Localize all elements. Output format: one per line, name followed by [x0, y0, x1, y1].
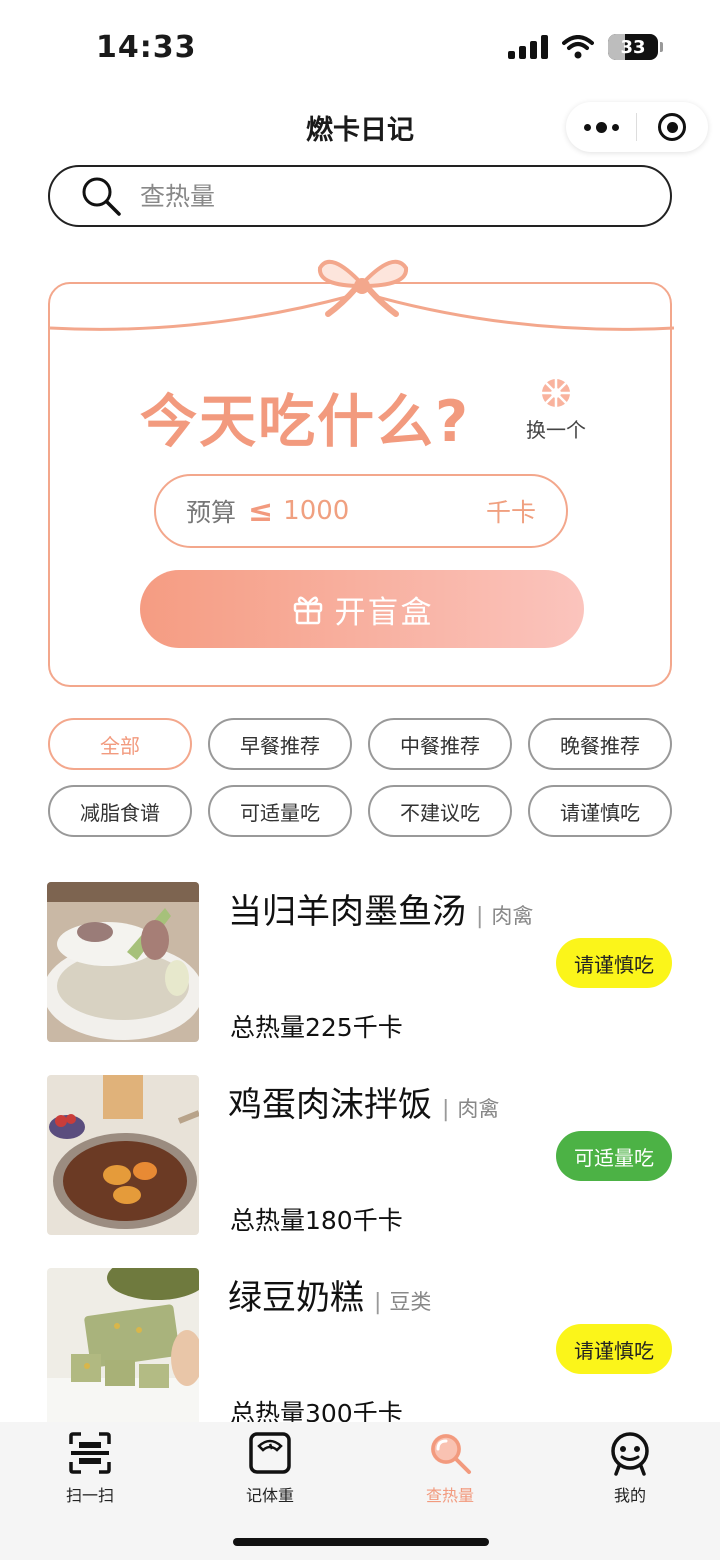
battery-level: 33 [620, 36, 646, 58]
food-image [47, 1075, 199, 1235]
blind-box-card: 今天吃什么? 换一个 预算 ≤ 1000 千卡 开盲盒 [48, 259, 674, 687]
more-icon[interactable] [566, 102, 636, 152]
food-calories: 总热量180千卡 [230, 1206, 403, 1235]
gift-icon [293, 596, 322, 625]
search-icon [431, 1434, 471, 1474]
gift-title: 今天吃什么? [140, 389, 471, 455]
status-bar: 14:33 33 [0, 0, 720, 96]
food-name: 绿豆奶糕 [228, 1278, 364, 1318]
budget-label: 预算 [186, 498, 237, 527]
tab-weight[interactable]: 记体重 [210, 1430, 330, 1506]
tab-label: 扫一扫 [65, 1486, 114, 1505]
filter-chip-lunch[interactable]: 中餐推荐 [368, 718, 512, 770]
tab-calorie-search[interactable]: 查热量 [390, 1430, 510, 1506]
budget-unit: 千卡 [485, 498, 536, 527]
food-category: 肉禽 [491, 904, 534, 928]
filter-chip-not-recommended[interactable]: 不建议吃 [368, 785, 512, 837]
scale-icon [249, 1432, 291, 1474]
ribbon-bow-icon [50, 259, 674, 331]
food-list: 当归羊肉墨鱼汤 | 肉禽 请谨慎吃 总热量225千卡 鸡蛋肉沫拌饭 | 肉禽 可适 [0, 882, 720, 1461]
food-name: 当归羊肉墨鱼汤 [228, 892, 466, 932]
food-category: 豆类 [389, 1290, 432, 1314]
home-indicator [233, 1538, 489, 1546]
caution-badge[interactable]: 请谨慎吃 [556, 1324, 672, 1374]
list-item[interactable]: 鸡蛋肉沫拌饭 | 肉禽 可适量吃 总热量180千卡 [0, 1075, 720, 1268]
refresh-wheel-icon [542, 379, 570, 407]
tab-label: 我的 [613, 1486, 646, 1505]
profile-icon [611, 1432, 649, 1476]
food-image [47, 1268, 199, 1428]
tab-scan[interactable]: 扫一扫 [30, 1430, 150, 1506]
food-calories: 总热量225千卡 [230, 1013, 403, 1042]
scan-icon [69, 1432, 111, 1474]
open-blind-box-button[interactable]: 开盲盒 [140, 570, 584, 648]
budget-value[interactable]: 1000 [283, 496, 349, 526]
battery-icon: 33 [608, 34, 663, 60]
food-title: 绿豆奶糕 | 豆类 [228, 1270, 431, 1319]
close-mini-program-icon[interactable] [637, 102, 707, 152]
list-item[interactable]: 当归羊肉墨鱼汤 | 肉禽 请谨慎吃 总热量225千卡 [0, 882, 720, 1075]
status-time: 14:33 [96, 30, 197, 65]
filter-chip-all[interactable]: 全部 [48, 718, 192, 770]
search-input[interactable] [140, 181, 620, 211]
separator: | [442, 1097, 450, 1122]
search-bar[interactable] [48, 165, 672, 227]
swap-label: 换一个 [526, 418, 586, 442]
filter-chip-moderate[interactable]: 可适量吃 [208, 785, 352, 837]
wifi-icon [562, 35, 594, 59]
filter-chip-dinner[interactable]: 晚餐推荐 [528, 718, 672, 770]
swap-button[interactable]: 换一个 [518, 376, 594, 443]
separator: | [476, 904, 484, 929]
food-name: 鸡蛋肉沫拌饭 [228, 1085, 432, 1125]
food-category: 肉禽 [457, 1097, 500, 1121]
caution-badge[interactable]: 请谨慎吃 [556, 938, 672, 988]
filter-chip-caution[interactable]: 请谨慎吃 [528, 785, 672, 837]
less-equal-icon: ≤ [248, 493, 274, 529]
budget-field[interactable]: 预算 ≤ 1000 千卡 [154, 474, 568, 548]
open-button-label: 开盲盒 [334, 594, 434, 631]
food-title: 当归羊肉墨鱼汤 | 肉禽 [228, 884, 533, 933]
tab-label: 查热量 [425, 1486, 474, 1505]
mini-program-capsule [566, 102, 708, 152]
tab-label: 记体重 [245, 1486, 294, 1505]
status-icons: 33 [508, 34, 663, 60]
filter-chips: 全部 早餐推荐 中餐推荐 晚餐推荐 减脂食谱 可适量吃 不建议吃 请谨慎吃 [48, 718, 672, 837]
filter-chip-fat-loss[interactable]: 减脂食谱 [48, 785, 192, 837]
signal-icon [508, 35, 548, 59]
separator: | [374, 1290, 382, 1315]
food-image [47, 882, 199, 1042]
filter-chip-breakfast[interactable]: 早餐推荐 [208, 718, 352, 770]
food-title: 鸡蛋肉沫拌饭 | 肉禽 [228, 1077, 499, 1126]
tab-profile[interactable]: 我的 [570, 1430, 690, 1506]
search-icon [82, 177, 121, 216]
moderate-badge[interactable]: 可适量吃 [556, 1131, 672, 1181]
